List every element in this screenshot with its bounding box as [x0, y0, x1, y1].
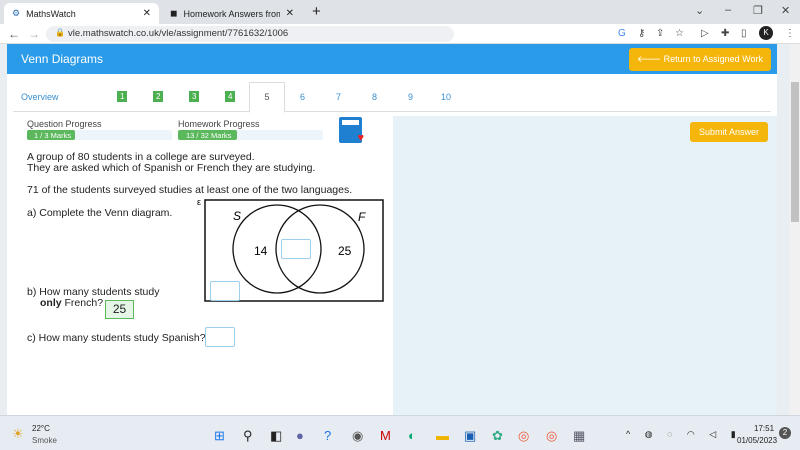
- back-icon[interactable]: ←: [8, 27, 20, 41]
- notification-badge[interactable]: 2: [779, 427, 791, 439]
- question-progress-text: 1 / 3 Marks: [27, 130, 76, 140]
- only-f-value: 25: [338, 244, 352, 258]
- clock-date: 01/05/2023: [737, 436, 778, 445]
- tab-question-6[interactable]: 6: [300, 92, 305, 102]
- tab-question-7[interactable]: 7: [336, 92, 341, 102]
- submit-answer-button[interactable]: Submit Answer: [689, 122, 768, 142]
- tab-overview[interactable]: Overview: [21, 92, 59, 102]
- homework-progress-text: 13 / 32 Marks: [178, 130, 237, 140]
- extension-arrow-icon[interactable]: ▷: [701, 28, 709, 39]
- question-a: a) Complete the Venn diagram.: [27, 207, 173, 219]
- set-s-label: S: [233, 209, 241, 223]
- file-explorer-icon[interactable]: ▬: [436, 428, 449, 443]
- chevron-down-icon[interactable]: ⌄: [695, 4, 704, 17]
- mathswatch-icon: ⚙: [12, 8, 21, 18]
- tab-homework-answers[interactable]: ◼ Homework Answers from Subject ✕: [162, 3, 302, 24]
- star-icon[interactable]: ☆: [675, 28, 684, 39]
- return-button[interactable]: 🡐 Return to Assigned Work: [628, 48, 771, 71]
- answer-panel: Submit Answer: [393, 116, 777, 415]
- question-tabs: Overview 1 2 3 4 5 6 7 8 9 10: [13, 82, 771, 113]
- assignment-page: Venn Diagrams 🡐 Return to Assigned Work …: [7, 44, 777, 415]
- homework-progress-label: Homework Progress: [178, 119, 260, 129]
- close-window-icon[interactable]: ✕: [781, 4, 790, 17]
- homework-progress-bar: 13 / 32 Marks: [178, 130, 323, 140]
- tab-question-1[interactable]: 1: [117, 91, 128, 102]
- help-icon[interactable]: ?: [324, 428, 331, 443]
- tab-question-2[interactable]: 2: [153, 91, 164, 102]
- mcafee-icon[interactable]: M: [380, 428, 391, 443]
- question-b-line-2: French?: [64, 297, 104, 309]
- new-tab-icon[interactable]: +: [312, 3, 321, 20]
- photos-icon[interactable]: ✿: [492, 428, 503, 444]
- teams-icon[interactable]: ●: [296, 428, 304, 443]
- edge-icon[interactable]: ◐: [408, 428, 416, 443]
- lock-icon: 🔒: [55, 28, 65, 37]
- close-tab-icon[interactable]: ✕: [143, 8, 151, 19]
- office-icon: ◼: [170, 8, 178, 18]
- intro-line-3: 71 of the students surveyed studies at l…: [27, 184, 353, 196]
- tab-question-3[interactable]: 3: [189, 91, 200, 102]
- tab-title: Homework Answers from Subject: [183, 8, 279, 19]
- forward-icon[interactable]: →: [28, 27, 40, 41]
- page-scrollbar[interactable]: [790, 44, 800, 415]
- minimize-icon[interactable]: –: [725, 4, 731, 16]
- store-icon[interactable]: ▣: [464, 428, 476, 444]
- tab-mathswatch[interactable]: ⚙ MathsWatch ✕: [4, 3, 159, 24]
- tab-title: MathsWatch: [26, 8, 76, 19]
- search-icon[interactable]: ⚲: [243, 428, 253, 444]
- clock-time: 17:51: [754, 424, 775, 433]
- puzzle-icon[interactable]: ✚: [721, 28, 729, 39]
- close-tab-icon[interactable]: ✕: [286, 8, 294, 19]
- intersection-input[interactable]: [281, 239, 311, 259]
- url-bar[interactable]: 🔒 vle.mathswatch.co.uk/vle/assignment/776…: [46, 26, 454, 42]
- system-tray-icons[interactable]: ^ ◍ ◌ ◠ ◁ ▮: [626, 429, 742, 440]
- return-label: Return to Assigned Work: [663, 54, 763, 64]
- browser-tab-bar: ⚙ MathsWatch ✕ ◼ Homework Answers from Subj…: [0, 0, 800, 24]
- app-icon[interactable]: ◉: [352, 428, 363, 444]
- spanish-total-input[interactable]: [205, 327, 235, 347]
- set-f-label: F: [358, 210, 366, 224]
- calculator-taskbar-icon[interactable]: ▦: [573, 428, 585, 444]
- tab-question-8[interactable]: 8: [372, 92, 377, 102]
- tab-question-4[interactable]: 4: [225, 91, 236, 102]
- chrome-active-icon[interactable]: ◎: [546, 428, 557, 444]
- outside-input[interactable]: [210, 281, 240, 301]
- intro-line-2: They are asked which of Spanish or Frenc…: [27, 162, 316, 174]
- only-french-answer[interactable]: 25: [105, 300, 134, 319]
- sidepanel-icon[interactable]: ▯: [741, 28, 747, 39]
- chrome-icon[interactable]: ◎: [518, 428, 529, 444]
- question-progress-bar: 1 / 3 Marks: [27, 130, 172, 140]
- address-toolbar: ← → 🔒 vle.mathswatch.co.uk/vle/assignment…: [0, 24, 800, 44]
- key-icon[interactable]: ⚷: [638, 28, 645, 39]
- question-c: c) How many students study Spanish?: [27, 332, 206, 344]
- universal-set-symbol: ε: [197, 197, 201, 207]
- restore-icon[interactable]: ❐: [753, 4, 763, 17]
- only-s-value: 14: [254, 244, 268, 258]
- weather-text: Smoke: [32, 436, 57, 445]
- menu-icon[interactable]: ⋮: [785, 28, 795, 39]
- google-icon[interactable]: G: [618, 28, 626, 39]
- tab-question-5[interactable]: 5: [249, 82, 285, 113]
- url-text: vle.mathswatch.co.uk/vle/assignment/7761…: [68, 28, 289, 39]
- question-b-bold: only: [40, 297, 62, 309]
- tab-question-10[interactable]: 10: [441, 92, 451, 102]
- tab-question-9[interactable]: 9: [408, 92, 413, 102]
- calculator-icon[interactable]: ♥: [339, 117, 364, 144]
- page-title: Venn Diagrams: [21, 52, 104, 66]
- task-view-icon[interactable]: ◧: [270, 428, 282, 444]
- taskbar: ☀ 22°C Smoke ⊞ ⚲ ◧ ● ? ◉ M ◐ ▬ ▣ ✿ ◎ ◎ ▦…: [0, 415, 800, 450]
- share-icon[interactable]: ⇪: [656, 28, 664, 39]
- start-icon[interactable]: ⊞: [214, 428, 225, 444]
- weather-icon: ☀: [12, 426, 24, 441]
- temperature: 22°C: [32, 424, 50, 433]
- question-progress-label: Question Progress: [27, 119, 102, 129]
- profile-avatar[interactable]: K: [759, 26, 773, 40]
